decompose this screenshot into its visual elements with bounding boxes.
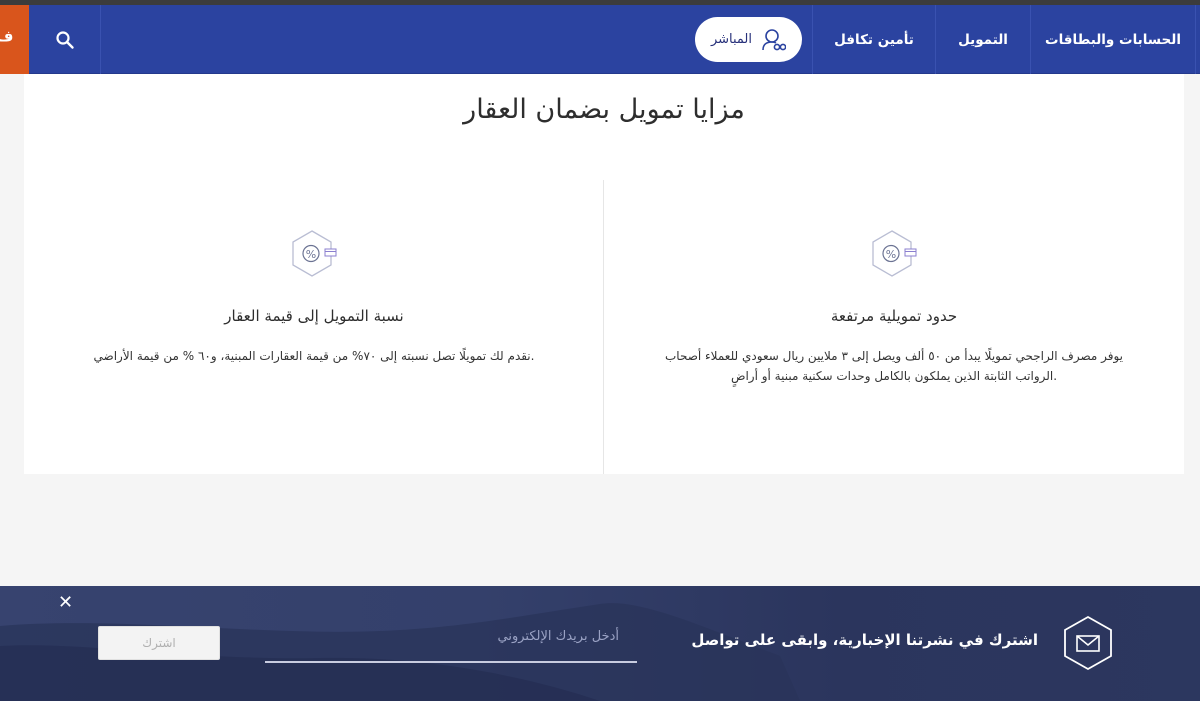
search-icon <box>55 30 74 49</box>
side-tab-label: ف <box>0 27 14 45</box>
feature-text-line: نقدم لك تمويلًا تصل نسبته إلى ٧٠% من قيم… <box>93 349 535 363</box>
svg-text:%: % <box>306 248 316 261</box>
features-panel: مزايا تمويل بضمان العقار % حدود تمويلية … <box>24 74 1184 474</box>
newsletter-text: اشترك في نشرتنا الإخبارية، وابقى على توا… <box>691 631 1038 649</box>
live-chat-button[interactable]: المباشر <box>695 17 802 62</box>
nav-item-takaful[interactable]: تأمين تكافل <box>812 5 935 74</box>
percent-card-icon: % <box>872 230 917 277</box>
feature-text-line: يوفر مصرف الراجحي تمويلًا يبدأ من ٥٠ ألف… <box>665 349 1123 363</box>
feature-financing-ratio: % نسبة التمويل إلى قيمة العقار نقدم لك ت… <box>24 228 604 366</box>
subscribe-button[interactable]: اشترك <box>98 626 220 660</box>
feature-title: حدود تمويلية مرتفعة <box>830 307 958 325</box>
nav-item-financing[interactable]: التمويل <box>935 5 1030 74</box>
feature-text: نقدم لك تمويلًا تصل نسبته إلى ٧٠% من قيم… <box>79 346 549 366</box>
main-navbar: ف المباشر تأمين تكافل التمويل الحسابات و… <box>0 5 1200 74</box>
live-chat-label: المباشر <box>710 32 753 47</box>
email-input[interactable]: أدخل بريدك الإلكتروني <box>265 619 637 663</box>
side-tab[interactable]: ف <box>0 5 29 74</box>
user-support-icon <box>762 28 787 50</box>
feature-title: نسبة التمويل إلى قيمة العقار <box>224 307 404 325</box>
envelope-icon <box>1064 615 1112 671</box>
feature-high-limits: % حدود تمويلية مرتفعة يوفر مصرف الراجحي … <box>604 228 1184 386</box>
nav-item-label: تأمين تكافل <box>834 31 914 48</box>
close-icon[interactable]: ✕ <box>58 592 73 613</box>
section-title: مزايا تمويل بضمان العقار <box>463 94 745 125</box>
newsletter-bar: ✕ اشترك أدخل بريدك الإلكتروني اشترك في ن… <box>0 586 1200 701</box>
svg-text:%: % <box>886 248 896 261</box>
feature-text-line: الرواتب الثابتة الذين يملكون بالكامل وحد… <box>730 369 1058 383</box>
search-button[interactable] <box>29 5 101 74</box>
nav-item-label: الحسابات والبطاقات <box>1045 31 1181 48</box>
percent-card-icon: % <box>292 230 337 277</box>
nav-item-label: التمويل <box>958 31 1008 48</box>
feature-text: يوفر مصرف الراجحي تمويلًا يبدأ من ٥٠ ألف… <box>657 346 1132 386</box>
nav-item-accounts-cards[interactable]: الحسابات والبطاقات <box>1030 5 1196 74</box>
